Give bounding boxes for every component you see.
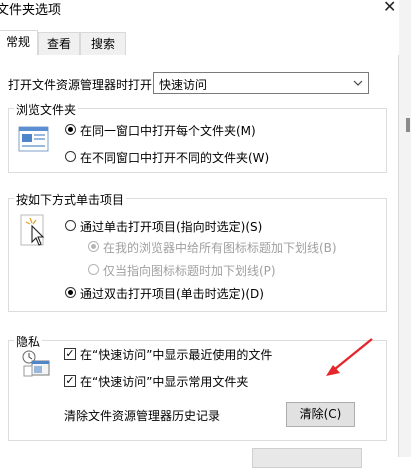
radio-double-click-label: 通过双击打开项目(单击时选定)(D) — [80, 287, 264, 301]
clear-history-label: 清除文件资源管理器历史记录 — [64, 409, 221, 423]
restore-defaults-button[interactable] — [252, 448, 362, 468]
radio-same-window[interactable] — [65, 124, 76, 135]
radio-double-click[interactable] — [65, 287, 76, 298]
scrollbar-thumb[interactable] — [406, 118, 410, 132]
radio-single-click-label: 通过单击打开项目(指向时选定)(S) — [80, 220, 263, 234]
radio-underline-always-label: 在我的浏览器中给所有图标标题加下划线(B) — [103, 241, 337, 255]
window-title: 文件夹选项 — [0, 3, 62, 18]
privacy-icon — [20, 348, 52, 383]
folder-window-icon — [18, 124, 50, 157]
radio-underline-hover-label: 仅当指向图标标题时加下划线(P) — [103, 264, 276, 278]
open-explorer-select[interactable]: 快速访问 — [153, 72, 369, 94]
radio-underline-hover[interactable] — [88, 264, 99, 275]
radio-underline-always[interactable] — [88, 241, 99, 252]
checkbox-frequent-folders-label: 在“快速访问”中显示常用文件夹 — [80, 375, 249, 389]
checkbox-frequent-folders[interactable]: ✓ — [64, 375, 76, 387]
tab-search[interactable]: 搜索 — [80, 32, 126, 55]
open-explorer-label: 打开文件资源管理器时打开: — [8, 78, 157, 92]
clear-history-button[interactable]: 清除(C) — [286, 402, 355, 427]
chevron-down-icon — [352, 74, 364, 95]
checkbox-recent-files[interactable]: ✓ — [64, 348, 76, 360]
radio-same-window-label: 在同一窗口中打开每个文件夹(M) — [80, 124, 256, 138]
tab-general[interactable]: 常规 — [0, 30, 38, 56]
radio-single-click[interactable] — [65, 220, 76, 231]
radio-new-window[interactable] — [65, 151, 76, 162]
open-explorer-value: 快速访问 — [159, 78, 208, 92]
close-icon[interactable]: ✕ — [383, 0, 396, 16]
annotation-arrow-icon — [320, 335, 380, 384]
click-items-title: 按如下方式单击项目 — [14, 191, 127, 208]
radio-new-window-label: 在不同窗口中打开不同的文件夹(W) — [80, 151, 270, 165]
browse-folders-title: 浏览文件夹 — [14, 101, 79, 118]
checkbox-recent-files-label: 在“快速访问”中显示最近使用的文件 — [80, 348, 273, 362]
tab-view[interactable]: 查看 — [38, 32, 80, 55]
background-window-edge — [399, 0, 411, 457]
cursor-click-icon — [18, 212, 50, 253]
